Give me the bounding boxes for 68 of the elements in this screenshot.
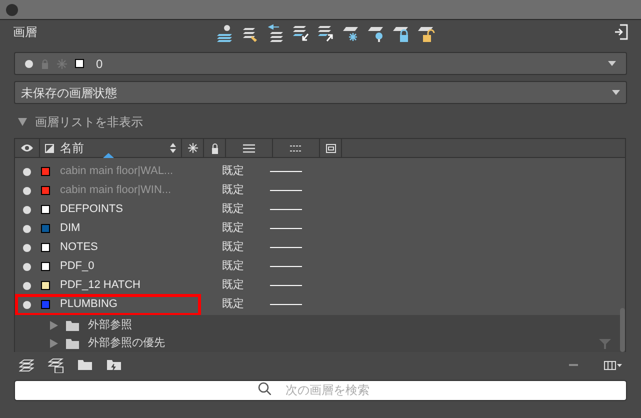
folder-icon[interactable] bbox=[107, 359, 122, 371]
caret-icon bbox=[612, 90, 620, 95]
linetype-cell[interactable]: 既定 bbox=[222, 220, 270, 237]
group-label[interactable]: 外部参照 bbox=[88, 316, 132, 334]
lineweight-line bbox=[270, 304, 302, 305]
layer-filter-icon[interactable] bbox=[48, 358, 64, 372]
color-swatch[interactable] bbox=[41, 281, 50, 290]
panel-title: 画層 bbox=[13, 24, 37, 41]
layer-name: NOTES bbox=[60, 240, 99, 256]
unlock-icon[interactable] bbox=[416, 24, 434, 42]
column-header[interactable]: 名前 bbox=[40, 139, 182, 157]
snowflake-icon bbox=[57, 58, 67, 68]
close-button[interactable] bbox=[6, 4, 18, 16]
color-swatch[interactable] bbox=[41, 167, 50, 176]
linetype-cell[interactable]: 既定 bbox=[222, 163, 270, 180]
layer-name: cabin main floor|WIN... bbox=[60, 183, 172, 198]
layer-name: PLUMBING bbox=[60, 297, 118, 312]
new-layer-icon[interactable] bbox=[216, 24, 234, 42]
triangle-icon[interactable] bbox=[50, 338, 58, 348]
layer-in-icon[interactable] bbox=[292, 24, 310, 42]
lineweight-line bbox=[270, 266, 302, 267]
lineweight-line bbox=[270, 228, 302, 229]
layer-name: DIM bbox=[60, 221, 82, 236]
layer-name: DEFPOINTS bbox=[60, 202, 124, 218]
scrollbar[interactable] bbox=[620, 308, 625, 352]
folder-icon bbox=[66, 320, 80, 330]
search-field[interactable]: 次の画層を検索 bbox=[14, 380, 627, 400]
lock-icon[interactable] bbox=[392, 24, 410, 42]
linetype-cell[interactable]: 既定 bbox=[222, 277, 270, 294]
triangle-icon[interactable] bbox=[50, 320, 58, 330]
color-swatch[interactable] bbox=[41, 300, 50, 309]
list-toggle[interactable]: 画層リストを非表示 bbox=[14, 110, 627, 134]
layer-state-dropdown[interactable]: 未保存の画層状態 bbox=[14, 81, 627, 104]
layer-name: 0 bbox=[96, 56, 104, 72]
lineweight-line bbox=[270, 247, 302, 248]
columns-icon[interactable] bbox=[604, 360, 622, 370]
exit-icon[interactable] bbox=[614, 24, 628, 40]
lineweight-line bbox=[270, 190, 302, 191]
linetype-cell[interactable]: 既定 bbox=[222, 239, 270, 256]
layer-name: PDF_12 HATCH bbox=[60, 278, 142, 294]
lineweight-line bbox=[270, 209, 302, 210]
search-icon bbox=[258, 382, 271, 395]
linetype-cell[interactable]: 既定 bbox=[222, 296, 270, 313]
snowflake-icon[interactable] bbox=[342, 24, 360, 42]
color-swatch[interactable] bbox=[41, 205, 50, 214]
linetype-cell[interactable]: 既定 bbox=[222, 258, 270, 275]
lock-icon bbox=[41, 58, 49, 68]
current-layer-dropdown[interactable]: 0 bbox=[14, 52, 627, 75]
color-swatch[interactable] bbox=[41, 262, 50, 271]
color-swatch[interactable] bbox=[41, 243, 50, 252]
layer-name: cabin main floor|WAL... bbox=[60, 164, 174, 180]
lightbulb-icon[interactable] bbox=[366, 24, 384, 42]
layer-name: PDF_0 bbox=[60, 259, 96, 274]
color-swatch[interactable] bbox=[41, 224, 50, 233]
layer-back-icon[interactable] bbox=[266, 24, 284, 42]
color-icon[interactable] bbox=[45, 144, 54, 152]
group-label[interactable]: 外部参照の優先 bbox=[88, 334, 165, 352]
linetype-cell[interactable]: 既定 bbox=[222, 182, 270, 199]
lineweight-line bbox=[270, 285, 302, 286]
layer-out-icon[interactable] bbox=[316, 24, 334, 42]
linetype-cell[interactable]: 既定 bbox=[222, 201, 270, 218]
caret-icon bbox=[608, 61, 616, 66]
lineweight-line bbox=[270, 171, 302, 172]
folder-icon[interactable] bbox=[78, 359, 93, 371]
sort-icon[interactable] bbox=[170, 143, 176, 153]
folder-icon bbox=[66, 338, 80, 348]
color-swatch[interactable] bbox=[41, 186, 50, 195]
layers-icon[interactable] bbox=[19, 358, 34, 372]
